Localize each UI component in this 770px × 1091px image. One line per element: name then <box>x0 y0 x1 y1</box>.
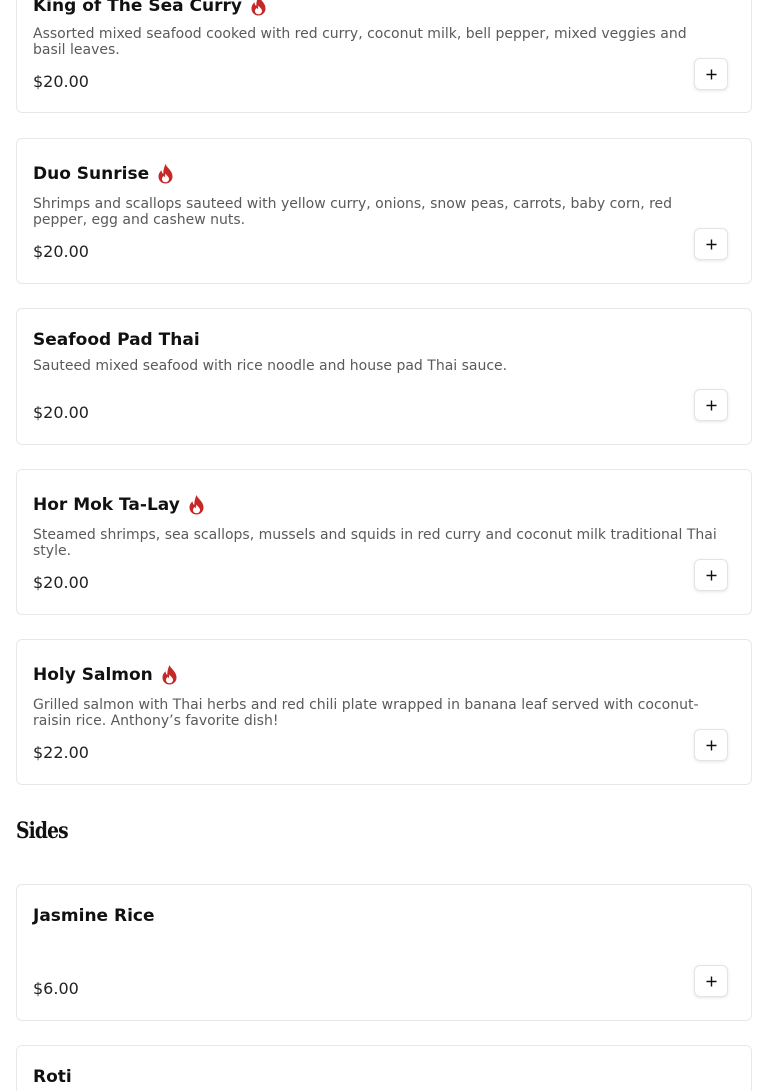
menu-item-title: Jasmine Rice <box>33 906 155 926</box>
add-to-cart-button[interactable] <box>694 228 728 260</box>
plus-icon <box>706 570 716 580</box>
flame-icon <box>189 495 204 515</box>
menu-item-title: Holy Salmon <box>33 664 178 685</box>
menu-item-card[interactable]: King of The Sea Curry Assorted mixed sea… <box>16 0 752 113</box>
menu-item-price: $6.00 <box>33 979 79 998</box>
menu-item-price: $20.00 <box>33 573 89 592</box>
menu-item-card[interactable]: Duo Sunrise Shrimps and scallops sauteed… <box>16 138 752 284</box>
menu-item-price: $20.00 <box>33 72 89 91</box>
menu-item-description: Sauteed mixed seafood with rice noodle a… <box>33 358 508 374</box>
menu-item-card[interactable]: Roti <box>16 1045 752 1091</box>
plus-icon <box>706 400 716 410</box>
add-to-cart-button[interactable] <box>694 58 728 90</box>
section-heading: Sides <box>16 818 69 844</box>
menu-item-name: Seafood Pad Thai <box>33 330 200 350</box>
add-to-cart-button[interactable] <box>694 389 728 421</box>
menu-item-title: Hor Mok Ta-Lay <box>33 494 205 515</box>
menu-item-title: King of The Sea Curry <box>33 0 267 16</box>
menu-page: King of The Sea Curry Assorted mixed sea… <box>0 0 770 1091</box>
menu-item-description: Steamed shrimps, sea scallops, mussels a… <box>33 527 717 559</box>
menu-item-description: Assorted mixed seafood cooked with red c… <box>33 26 687 58</box>
menu-item-name: Jasmine Rice <box>33 906 155 926</box>
menu-item-title: Roti <box>33 1067 72 1087</box>
menu-item-card[interactable]: Holy Salmon Grilled salmon with Thai her… <box>16 639 752 785</box>
menu-item-card[interactable]: Hor Mok Ta-Lay Steamed shrimps, sea scal… <box>16 469 752 615</box>
add-to-cart-button[interactable] <box>694 559 728 591</box>
flame-icon <box>251 0 266 16</box>
menu-item-name: Roti <box>33 1067 72 1087</box>
menu-item-name: Hor Mok Ta-Lay <box>33 494 180 515</box>
flame-icon <box>158 164 173 184</box>
menu-item-price: $22.00 <box>33 743 89 762</box>
plus-icon <box>706 976 716 986</box>
plus-icon <box>706 740 716 750</box>
menu-item-name: Duo Sunrise <box>33 163 150 184</box>
menu-item-price: $20.00 <box>33 242 89 261</box>
menu-item-name: King of The Sea Curry <box>33 0 242 16</box>
add-to-cart-button[interactable] <box>694 965 728 997</box>
menu-item-description: Shrimps and scallops sauteed with yellow… <box>33 196 673 228</box>
menu-item-card[interactable]: Jasmine Rice $6.00 <box>16 884 752 1021</box>
plus-icon <box>706 239 716 249</box>
menu-item-title: Seafood Pad Thai <box>33 330 200 350</box>
flame-icon <box>162 665 177 685</box>
add-to-cart-button[interactable] <box>694 729 728 761</box>
menu-item-card[interactable]: Seafood Pad Thai Sauteed mixed seafood w… <box>16 308 752 445</box>
plus-icon <box>706 69 716 79</box>
menu-item-name: Holy Salmon <box>33 664 153 685</box>
menu-item-description: Grilled salmon with Thai herbs and red c… <box>33 697 699 729</box>
menu-item-title: Duo Sunrise <box>33 163 174 184</box>
menu-item-price: $20.00 <box>33 403 89 422</box>
